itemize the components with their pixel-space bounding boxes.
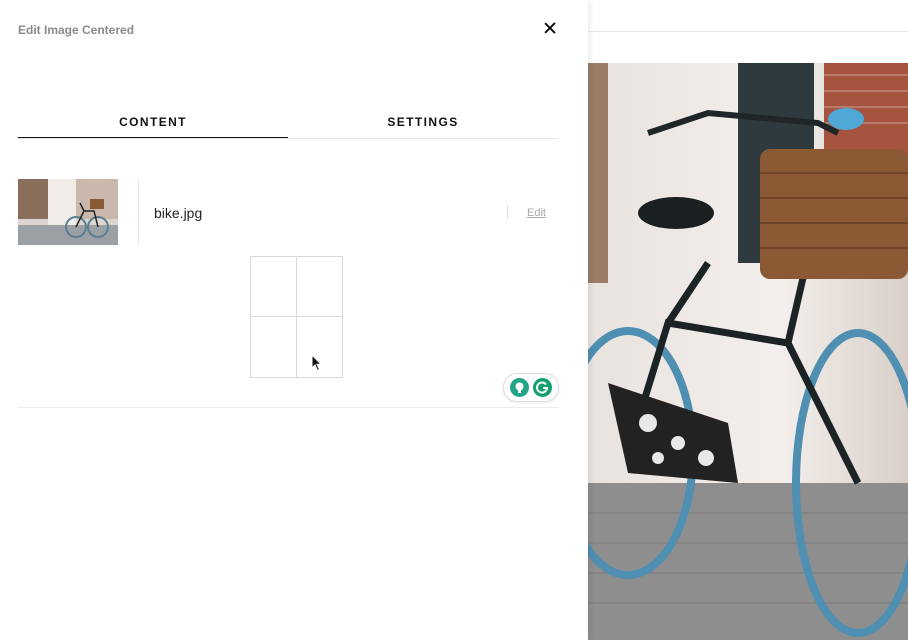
- panel-title: Edit Image Centered: [18, 23, 135, 37]
- section-divider: [18, 407, 558, 408]
- tab-content[interactable]: CONTENT: [18, 108, 288, 138]
- grammarly-widget[interactable]: [503, 373, 559, 402]
- thumbnail-divider: [138, 179, 139, 245]
- bike-photo-image: [588, 63, 908, 640]
- grammarly-logo-icon[interactable]: [533, 378, 552, 397]
- file-name: bike.jpg: [154, 205, 203, 221]
- edit-image-panel: Edit Image Centered CONTENT SETTINGS bik…: [0, 0, 588, 640]
- grid-vertical-line: [296, 257, 297, 377]
- grammarly-suggestion-icon[interactable]: [510, 378, 529, 397]
- edit-divider: [507, 205, 508, 219]
- bike-photo: [588, 63, 908, 640]
- close-icon[interactable]: [540, 18, 560, 38]
- tab-bar: CONTENT SETTINGS: [18, 108, 558, 139]
- cursor-icon: [311, 354, 323, 372]
- page-preview: [588, 0, 908, 640]
- grid-horizontal-line: [251, 316, 342, 317]
- preview-header-line: [588, 31, 908, 32]
- image-thumbnail[interactable]: [18, 179, 118, 245]
- edit-image-link[interactable]: Edit: [527, 207, 546, 219]
- focal-point-grid[interactable]: [250, 256, 343, 378]
- tab-settings[interactable]: SETTINGS: [288, 108, 558, 138]
- bike-thumbnail-image: [18, 179, 118, 245]
